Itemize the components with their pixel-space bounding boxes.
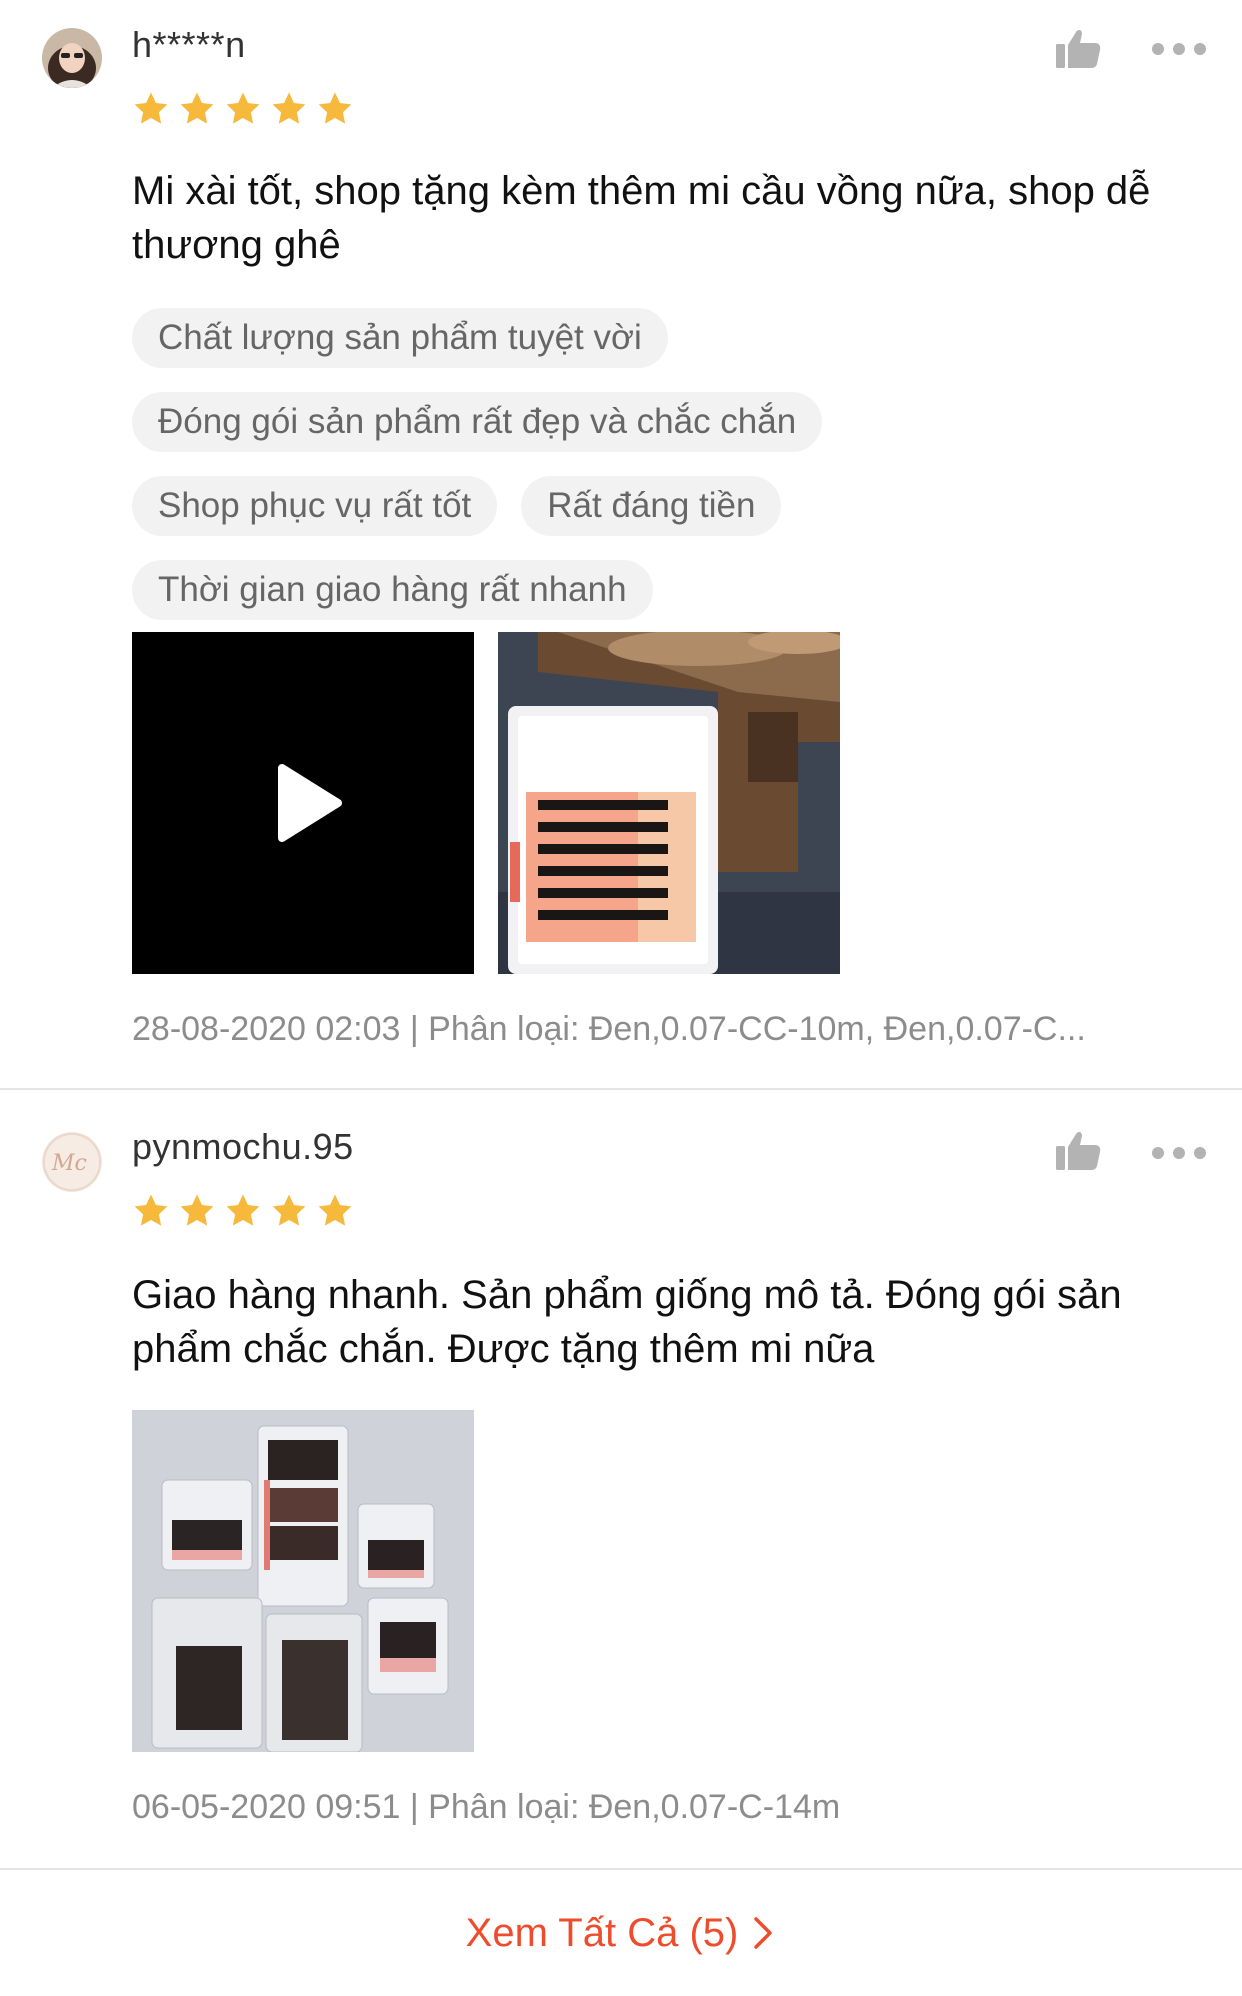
video-thumbnail[interactable] <box>132 632 474 974</box>
review-tag: Rất đáng tiền <box>521 476 782 536</box>
review-item: Mc pynmochu.95 Giao hàng nhanh. Sản phẩm… <box>0 1090 1242 1868</box>
star-icon <box>178 90 216 128</box>
star-icon <box>224 90 262 128</box>
like-icon[interactable] <box>1054 26 1102 70</box>
username: h*****n <box>132 24 246 65</box>
star-icon <box>178 1192 216 1230</box>
see-all-button[interactable]: Xem Tất Cả (5) <box>0 1870 1242 1996</box>
review-item: h*****n Mi xài tốt, shop tặng kèm thêm m… <box>0 0 1242 1088</box>
star-icon <box>316 90 354 128</box>
star-icon <box>270 1192 308 1230</box>
username: pynmochu.95 <box>132 1126 354 1167</box>
review-tag: Thời gian giao hàng rất nhanh <box>132 560 653 620</box>
photo-thumbnail[interactable] <box>498 632 840 974</box>
review-media <box>132 632 840 974</box>
star-icon <box>132 1192 170 1230</box>
review-meta: 28-08-2020 02:03 | Phân loại: Đen,0.07-C… <box>132 1010 1086 1048</box>
review-tag: Shop phục vụ rất tốt <box>132 476 498 536</box>
like-icon[interactable] <box>1054 1128 1102 1172</box>
star-icon <box>270 90 308 128</box>
svg-text:Mc: Mc <box>51 1151 87 1176</box>
see-all-label: Xem Tất Cả (5) <box>465 1910 739 1955</box>
star-rating <box>132 90 354 128</box>
star-icon <box>316 1192 354 1230</box>
photo-thumbnail[interactable] <box>132 1410 474 1752</box>
star-icon <box>224 1192 262 1230</box>
review-tag: Đóng gói sản phẩm rất đẹp và chắc chắn <box>132 392 823 452</box>
more-options-icon[interactable] <box>1152 42 1206 56</box>
chevron-right-icon <box>754 1917 773 1949</box>
review-comment: Mi xài tốt, shop tặng kèm thêm mi cầu vồ… <box>132 169 1151 267</box>
star-rating <box>132 1192 354 1230</box>
star-icon <box>132 90 170 128</box>
review-media <box>132 1410 474 1752</box>
avatar[interactable] <box>42 28 102 88</box>
avatar[interactable]: Mc <box>42 1132 102 1192</box>
review-tags: Chất lượng sản phẩm tuyệt vời Đóng gói s… <box>132 308 1192 620</box>
review-comment: Giao hàng nhanh. Sản phẩm giống mô tả. Đ… <box>132 1273 1122 1371</box>
review-meta: 06-05-2020 09:51 | Phân loại: Đen,0.07-C… <box>132 1788 841 1826</box>
more-options-icon[interactable] <box>1152 1146 1206 1160</box>
review-tag: Chất lượng sản phẩm tuyệt vời <box>132 308 668 368</box>
